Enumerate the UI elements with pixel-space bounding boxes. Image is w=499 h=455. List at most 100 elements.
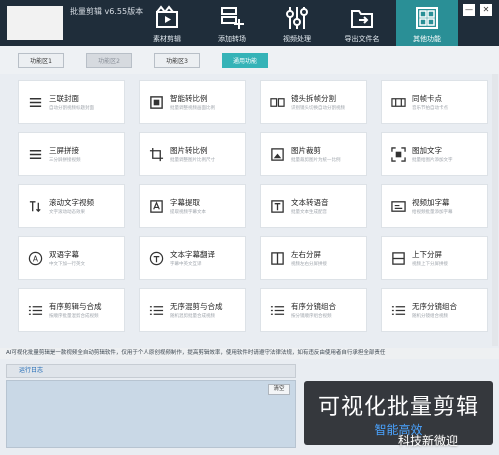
app-title: 批量剪辑 v6.55版本 — [70, 7, 144, 16]
card-bilingual-subtitle[interactable]: A 双语字幕 中文下加一行英文 — [18, 236, 125, 280]
card-image-ratio[interactable]: 图片转比例 批量调整图片比例尺寸 — [139, 132, 246, 176]
tab-area-1[interactable]: 功能区1 — [18, 53, 64, 68]
card-subtitle: 视频上下分屏拼接 — [412, 262, 448, 267]
card-title: 图片裁剪 — [291, 146, 321, 155]
grid-icon — [416, 7, 438, 29]
ordered-storyboard-icon — [270, 306, 285, 315]
card-shuffle-edit[interactable]: 无序混剪与合成 随机混剪批量合成视频 — [139, 288, 246, 332]
svg-text:A: A — [33, 254, 39, 263]
card-subtitle: 文字滚动动态效果 — [49, 210, 85, 215]
card-split-left-right[interactable]: 左右分屏 视频左右分屏拼接 — [260, 236, 367, 280]
app-header: 批量剪辑 v6.55版本 素材剪辑 添加转场 视频处理 导出文件名 其他功能 —… — [0, 0, 499, 46]
card-subtitle: 给视频批量添加字幕 — [412, 210, 453, 215]
film-icon — [156, 5, 178, 28]
card-subtitle: 自动分割视频标题封面 — [49, 106, 94, 111]
card-title: 镜头拆帧分割 — [291, 94, 336, 103]
card-title: 文本字幕翻译 — [170, 250, 215, 259]
card-subtitle: 视频左右分屏拼接 — [291, 262, 327, 267]
nav-label: 视频处理 — [283, 35, 311, 43]
card-beat-sync[interactable]: 同帧卡点 音乐节拍自动卡点 — [381, 80, 488, 124]
card-add-subtitle[interactable]: 视频加字幕 给视频批量添加字幕 — [381, 184, 488, 228]
card-title: 视频加字幕 — [412, 198, 450, 207]
tab-common[interactable]: 通用功能 — [222, 53, 268, 68]
nav-label: 导出文件名 — [344, 35, 380, 43]
card-triple-screen[interactable]: 三屏拼接 三分屏拼接视频 — [18, 132, 125, 176]
card-title: 文本转语音 — [291, 198, 329, 207]
card-image-text[interactable]: 图加文字 批量给图片添加文字 — [381, 132, 488, 176]
export-folder-icon — [351, 10, 373, 28]
card-subtitle: 中文下加一行英文 — [49, 262, 85, 267]
shuffle-list-icon — [149, 306, 164, 315]
card-title: 无序混剪与合成 — [170, 302, 223, 311]
nav-video-process-button[interactable]: 视频处理 — [266, 0, 328, 46]
disclaimer-text: AI可视化批量剪辑是一款视频全自动剪辑软件，仅用于个人原创视频制作，提高剪辑效率… — [0, 348, 499, 359]
card-title: 滚动文字视频 — [49, 198, 94, 207]
card-subtitle: 批量调整图片比例尺寸 — [170, 158, 215, 163]
nav-material-edit-button[interactable]: 素材剪辑 — [136, 0, 198, 46]
card-title: 无序分镜组合 — [412, 302, 457, 311]
card-subtitle: 音乐节拍自动卡点 — [412, 106, 448, 111]
card-title: 图加文字 — [412, 146, 442, 155]
card-subtitle: 随机分镜组合视频 — [412, 314, 448, 319]
card-subtitle: 批量文本生成配音 — [291, 210, 327, 215]
nav-other-functions-button[interactable]: 其他功能 — [396, 0, 458, 46]
translate-icon — [149, 251, 164, 266]
card-shot-split[interactable]: 镜头拆帧分割 识别镜头切换自动分割视频 — [260, 80, 367, 124]
image-ratio-icon — [149, 147, 164, 162]
card-subtitle: 按顺序批量混剪合成视频 — [49, 314, 99, 319]
sliders-icon — [286, 7, 308, 29]
card-subtitle-translate[interactable]: 文本字幕翻译 字幕中英文互译 — [139, 236, 246, 280]
text-to-speech-icon — [271, 200, 284, 213]
card-smart-ratio[interactable]: 智能转比例 批量调整视频画面比例 — [139, 80, 246, 124]
card-split-top-bottom[interactable]: 上下分屏 视频上下分屏拼接 — [381, 236, 488, 280]
card-subtitle: 批量调整视频画面比例 — [170, 106, 215, 111]
film-ratio-icon — [150, 96, 163, 109]
card-subtitle: 三分屏拼接视频 — [49, 158, 81, 163]
card-triple-cover[interactable]: 三联封面 自动分割视频标题封面 — [18, 80, 125, 124]
card-scroll-text-video[interactable]: 滚动文字视频 文字滚动动态效果 — [18, 184, 125, 228]
card-title: 有序分镜组合 — [291, 302, 336, 311]
card-text-to-speech[interactable]: 文本转语音 批量文本生成配音 — [260, 184, 367, 228]
minimize-button[interactable]: — — [463, 4, 475, 16]
clear-log-button[interactable]: 清空 — [268, 384, 290, 395]
card-subtitle: 提取视频字幕文本 — [170, 210, 206, 215]
split-lr-icon — [271, 252, 284, 265]
card-image-crop[interactable]: 图片裁剪 批量裁剪图片为统一比例 — [260, 132, 367, 176]
close-button[interactable]: ✕ — [480, 4, 492, 16]
promo-title: 可视化批量剪辑 — [317, 395, 479, 420]
nav-export-filename-button[interactable]: 导出文件名 — [331, 0, 393, 46]
subtitle-extract-icon — [150, 200, 163, 213]
log-output[interactable] — [6, 380, 296, 448]
card-title: 三屏拼接 — [49, 146, 79, 155]
tab-area-2[interactable]: 功能区2 — [86, 53, 132, 68]
nav-label: 添加转场 — [218, 35, 246, 43]
add-subtitle-icon — [391, 201, 406, 212]
nav-add-transition-button[interactable]: 添加转场 — [201, 0, 263, 46]
split-frame-icon — [270, 98, 285, 107]
card-subtitle: 批量给图片添加文字 — [412, 158, 453, 163]
card-ordered-storyboard[interactable]: 有序分镜组合 按分镜顺序组合视频 — [260, 288, 367, 332]
three-frame-icon — [29, 98, 42, 107]
card-subtitle: 批量裁剪图片为统一比例 — [291, 158, 341, 163]
card-ordered-edit[interactable]: 有序剪辑与合成 按顺序批量混剪合成视频 — [18, 288, 125, 332]
transition-icon — [221, 7, 244, 29]
image-text-icon — [391, 147, 406, 162]
crop-icon — [271, 148, 284, 161]
card-subtitle-extract[interactable]: 字幕提取 提取视频字幕文本 — [139, 184, 246, 228]
card-title: 左右分屏 — [291, 250, 321, 259]
feature-grid: 三联封面 自动分割视频标题封面 智能转比例 批量调整视频画面比例 镜头拆帧分割 … — [0, 74, 499, 346]
log-header: 运行日志 — [6, 364, 296, 378]
card-subtitle: 字幕中英文互译 — [170, 262, 202, 267]
card-shuffle-storyboard[interactable]: 无序分镜组合 随机分镜组合视频 — [381, 288, 488, 332]
nav-label: 其他功能 — [413, 35, 441, 43]
grid-scrollbar[interactable] — [492, 74, 498, 346]
scroll-text-icon — [29, 201, 41, 213]
card-title: 上下分屏 — [412, 250, 442, 259]
watermark: 科技新微迎 — [398, 434, 459, 448]
card-subtitle: 按分镜顺序组合视频 — [291, 314, 332, 319]
tab-bar: 功能区1 功能区2 功能区3 通用功能 — [0, 46, 499, 74]
card-title: 字幕提取 — [170, 198, 200, 207]
app-logo — [7, 6, 63, 40]
tab-area-3[interactable]: 功能区3 — [154, 53, 200, 68]
card-title: 三联封面 — [49, 94, 79, 103]
